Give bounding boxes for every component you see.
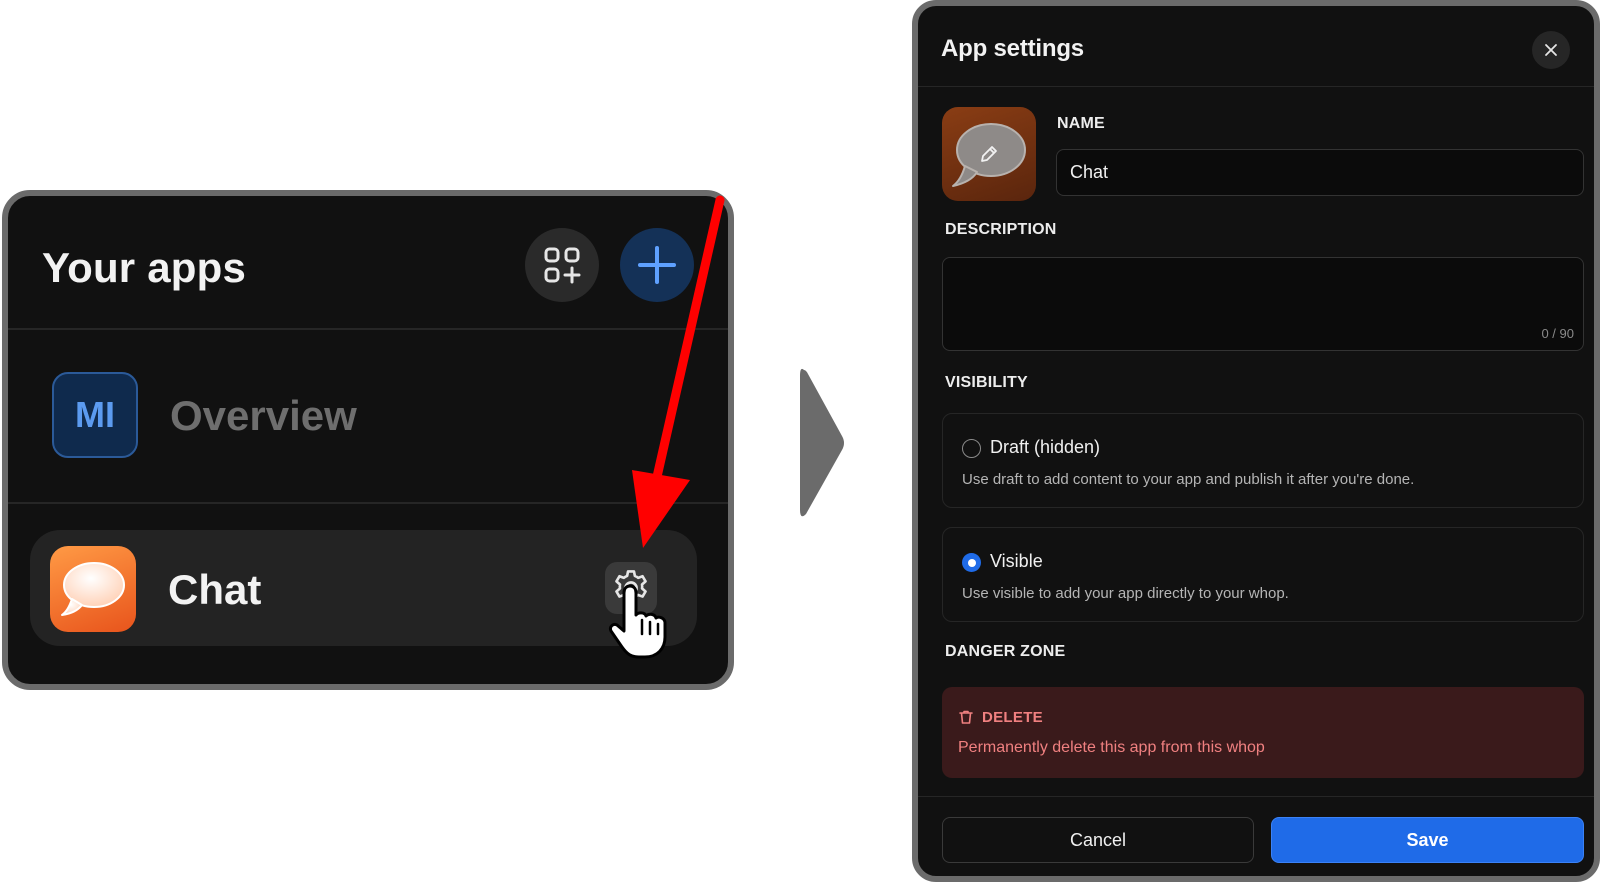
dialog-footer: Cancel Save — [918, 796, 1594, 876]
draft-option-description: Use draft to add content to your app and… — [962, 471, 1415, 488]
danger-zone-label: DANGER ZONE — [945, 643, 1066, 660]
add-app-button[interactable] — [620, 228, 694, 302]
app-icon-upload[interactable] — [942, 107, 1036, 201]
apps-panel-header: Your apps — [8, 196, 728, 330]
apps-panel-title: Your apps — [42, 244, 247, 291]
chat-app-icon — [50, 546, 136, 632]
close-icon — [1545, 44, 1557, 56]
app-settings-dialog: App settings NAME DESCRIPTION 0 / 90 — [912, 0, 1600, 882]
tutorial-composite: Your apps MI Overview Chat App settings … — [0, 0, 1600, 882]
visible-option-description: Use visible to add your app directly to … — [962, 585, 1289, 602]
overview-app-icon: MI — [52, 372, 138, 458]
name-input[interactable] — [1056, 149, 1584, 196]
name-label: NAME — [1057, 115, 1105, 132]
trash-icon — [959, 710, 973, 724]
chat-bubble-icon — [61, 562, 125, 616]
save-button[interactable]: Save — [1271, 817, 1584, 863]
chat-app-label: Chat — [168, 566, 262, 613]
step-chevron-icon — [800, 368, 844, 517]
delete-app-button[interactable]: DELETE Permanently delete this app from … — [942, 687, 1584, 778]
overview-app-label: Overview — [170, 392, 357, 439]
visible-radio[interactable] — [962, 553, 981, 572]
description-char-count: 0 / 90 — [1541, 326, 1574, 341]
apps-grid-plus-icon — [544, 247, 581, 284]
cancel-button[interactable]: Cancel — [942, 817, 1254, 863]
draft-radio[interactable] — [962, 439, 981, 458]
close-button[interactable] — [1532, 31, 1570, 69]
hand-cursor-icon — [609, 584, 667, 659]
delete-title: DELETE — [982, 709, 1043, 726]
dialog-title: App settings — [941, 35, 1084, 62]
plus-icon — [638, 246, 676, 284]
delete-description: Permanently delete this app from this wh… — [958, 739, 1265, 756]
app-row-overview[interactable]: MI Overview — [8, 330, 728, 504]
app-store-button[interactable] — [525, 228, 599, 302]
app-row-chat[interactable]: Chat — [30, 530, 697, 646]
visibility-option-visible[interactable]: Visible Use visible to add your app dire… — [942, 527, 1584, 622]
visible-option-title: Visible — [990, 551, 1043, 571]
description-label: DESCRIPTION — [945, 221, 1057, 238]
draft-option-title: Draft (hidden) — [990, 437, 1101, 457]
visibility-option-draft[interactable]: Draft (hidden) Use draft to add content … — [942, 413, 1584, 508]
pencil-icon — [981, 146, 997, 162]
visibility-label: VISIBILITY — [945, 374, 1028, 391]
description-textarea[interactable]: 0 / 90 — [942, 257, 1584, 351]
dialog-header: App settings — [918, 6, 1594, 87]
